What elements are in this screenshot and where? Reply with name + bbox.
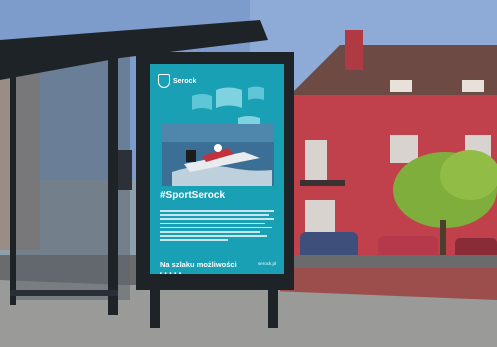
bench — [10, 290, 118, 296]
tree-trunk — [440, 220, 446, 260]
bus-stop-scene: Serock #SportSerock Na szlaku możliwości… — [0, 0, 497, 347]
dormer-window-2 — [462, 80, 484, 92]
powerboat-photo — [162, 124, 274, 186]
case-leg-right — [268, 288, 278, 328]
water-far — [162, 124, 274, 142]
flag-shape-2 — [216, 87, 242, 108]
poster-tagline: Na szlaku możliwości — [160, 260, 237, 269]
shelter-post-far — [10, 60, 16, 305]
shelter-post — [108, 50, 118, 315]
case-side-panel — [118, 150, 132, 190]
partner-logos: ■ ■ ■ ■ ■ — [160, 271, 183, 274]
boat-engine — [186, 150, 196, 162]
poster-body-copy — [160, 210, 274, 244]
pilot-helmet — [214, 144, 222, 152]
dormer-window-1 — [390, 80, 412, 92]
poster-hashtag: #SportSerock — [160, 190, 226, 201]
balcony — [300, 180, 345, 186]
window-1 — [305, 140, 327, 180]
advertising-poster: Serock #SportSerock Na szlaku możliwości… — [150, 64, 284, 274]
flag-shape-3 — [248, 86, 264, 100]
case-leg-left — [150, 288, 160, 328]
flag-shape-1 — [192, 94, 212, 110]
poster-website: serock.pl — [257, 261, 276, 266]
chimney — [345, 30, 363, 70]
window-2 — [390, 135, 418, 163]
